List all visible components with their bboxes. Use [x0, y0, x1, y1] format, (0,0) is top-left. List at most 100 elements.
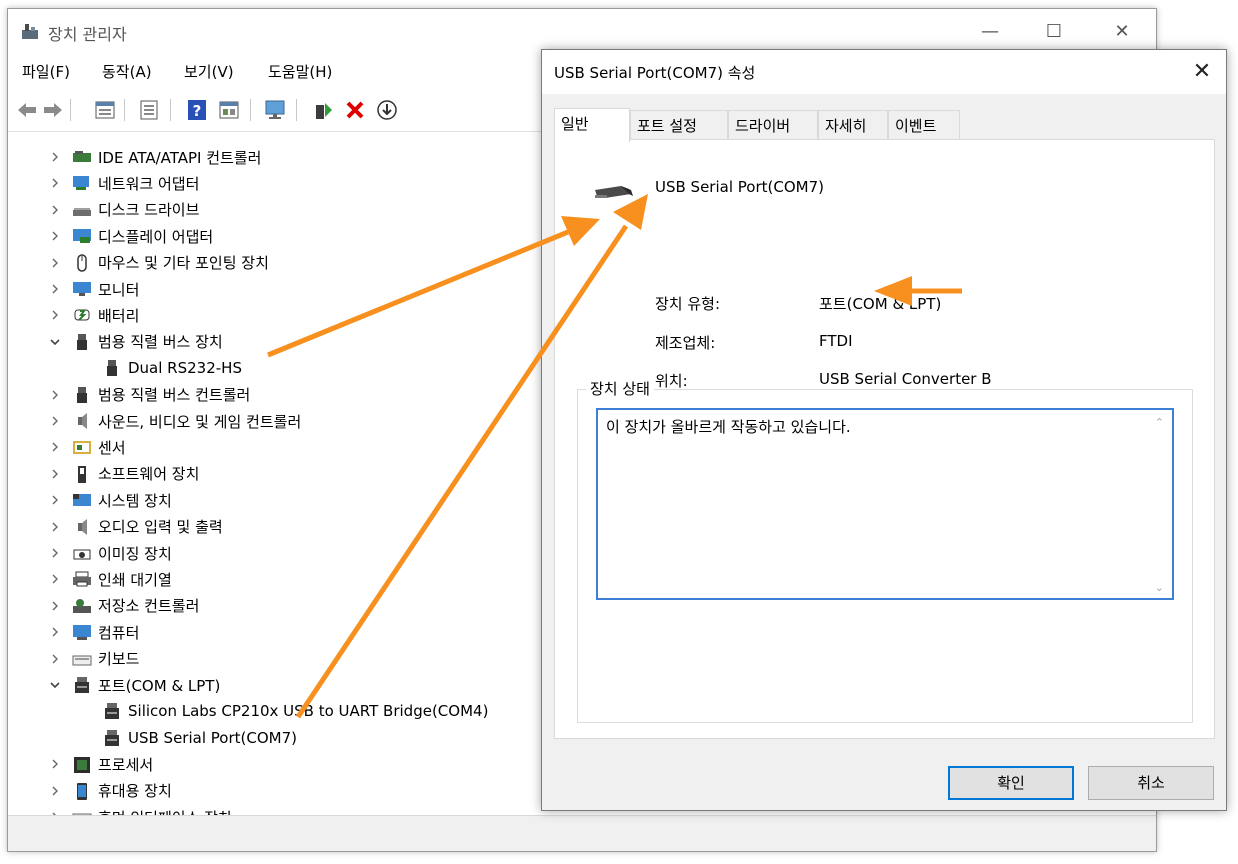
tree-category-item[interactable]: 디스플레이 어댑터: [48, 223, 213, 249]
tree-category-item[interactable]: 키보드: [48, 646, 139, 672]
tab-events[interactable]: 이벤트: [888, 110, 960, 140]
tree-device-item[interactable]: Dual RS232-HS: [102, 355, 242, 381]
chevron-right-icon[interactable]: [48, 203, 62, 217]
tab-details[interactable]: 자세히: [818, 110, 888, 140]
monitor-scan-icon[interactable]: [264, 99, 286, 121]
tree-category-item[interactable]: 저장소 컨트롤러: [48, 593, 199, 619]
toolbar-separator: [124, 99, 125, 121]
download-icon[interactable]: [376, 99, 398, 121]
tree-category-item[interactable]: 범용 직렬 버스 장치: [48, 329, 223, 355]
chevron-right-icon[interactable]: [48, 757, 62, 771]
tree-item-label: 네트워크 어댑터: [98, 174, 200, 193]
update-driver-icon[interactable]: [312, 99, 334, 121]
menu-action[interactable]: 동작(A): [102, 61, 152, 82]
tree-category-item[interactable]: 네트워크 어댑터: [48, 170, 199, 196]
tree-category-item[interactable]: 휴대용 장치: [48, 778, 172, 804]
tree-category-item[interactable]: 사운드, 비디오 및 게임 컨트롤러: [48, 408, 301, 434]
menu-view[interactable]: 보기(V): [184, 61, 234, 82]
tree-category-item[interactable]: 포트(COM & LPT): [48, 672, 220, 698]
tree-category-item[interactable]: 디스크 드라이브: [48, 197, 199, 223]
chevron-right-icon[interactable]: [48, 229, 62, 243]
tree-item-label: 포트(COM & LPT): [98, 676, 221, 695]
maximize-button[interactable]: ☐: [1034, 17, 1074, 47]
chevron-right-icon[interactable]: [48, 414, 62, 428]
chevron-right-icon[interactable]: [48, 493, 62, 507]
tree-item-label: 이미징 장치: [98, 544, 172, 563]
tree-category-item[interactable]: 프로세서: [48, 751, 153, 777]
tree-item-label: 범용 직렬 버스 컨트롤러: [98, 386, 251, 405]
chevron-right-icon[interactable]: [48, 784, 62, 798]
tab-port-settings[interactable]: 포트 설정: [630, 110, 728, 140]
forward-arrow-icon[interactable]: [42, 99, 64, 121]
tree-category-item[interactable]: 컴퓨터: [48, 619, 139, 645]
tree-category-item[interactable]: 센서: [48, 434, 126, 460]
chevron-right-icon[interactable]: [48, 520, 62, 534]
tree-device-item[interactable]: Silicon Labs CP210x USB to UART Bridge(C…: [102, 698, 488, 724]
chevron-right-icon[interactable]: [48, 282, 62, 296]
tree-item-label: 소프트웨어 장치: [98, 465, 200, 484]
toolbar-separator: [296, 99, 297, 121]
menu-file[interactable]: 파일(F): [22, 61, 70, 82]
tree-device-item[interactable]: USB Serial Port(COM7): [102, 725, 297, 751]
properties-icon[interactable]: [94, 99, 116, 121]
tree-item-label: Silicon Labs CP210x USB to UART Bridge(C…: [128, 702, 489, 721]
dialog-close-button[interactable]: ✕: [1184, 56, 1220, 88]
chevron-right-icon[interactable]: [48, 440, 62, 454]
tree-item-label: 시스템 장치: [98, 491, 172, 510]
tree-item-label: 키보드: [98, 650, 140, 669]
tree-item-label: 저장소 컨트롤러: [98, 597, 200, 616]
view-details-icon[interactable]: [218, 99, 240, 121]
chevron-right-icon[interactable]: [48, 546, 62, 560]
device-type-label: 장치 유형:: [655, 295, 721, 313]
computer-icon: [72, 623, 92, 641]
minimize-button[interactable]: —: [970, 17, 1010, 47]
chevron-down-icon[interactable]: [48, 678, 62, 692]
tree-category-item[interactable]: 이미징 장치: [48, 540, 172, 566]
monitor-icon: [72, 280, 92, 298]
chevron-right-icon[interactable]: [48, 652, 62, 666]
close-button[interactable]: ✕: [1102, 17, 1142, 47]
sensor-icon: [72, 438, 92, 456]
dialog-titlebar[interactable]: USB Serial Port(COM7) 속성 ✕: [542, 50, 1226, 94]
storage-controller-icon: [72, 597, 92, 615]
tree-category-item[interactable]: 배터리: [48, 302, 139, 328]
tree-category-item[interactable]: 인쇄 대기열: [48, 566, 172, 592]
chevron-right-icon[interactable]: [48, 467, 62, 481]
general-tab-panel: USB Serial Port(COM7) 장치 유형: 포트(COM & LP…: [554, 139, 1215, 739]
port-icon: [102, 729, 122, 747]
chevron-right-icon[interactable]: [48, 572, 62, 586]
tree-category-item[interactable]: IDE ATA/ATAPI 컨트롤러: [48, 144, 261, 170]
chevron-down-icon[interactable]: [48, 335, 62, 349]
location-value: USB Serial Converter B: [819, 370, 992, 388]
scroll-down-icon[interactable]: ⌄: [1155, 581, 1164, 594]
chevron-right-icon[interactable]: [48, 150, 62, 164]
chevron-right-icon[interactable]: [48, 625, 62, 639]
device-status-textbox[interactable]: 이 장치가 올바르게 작동하고 있습니다. ⌃ ⌄: [596, 408, 1174, 600]
chevron-right-icon[interactable]: [48, 388, 62, 402]
cancel-button[interactable]: 취소: [1088, 766, 1214, 800]
view-icon[interactable]: [138, 99, 160, 121]
uninstall-icon[interactable]: [344, 99, 366, 121]
tab-general[interactable]: 일반: [554, 108, 630, 142]
system-device-icon: [72, 491, 92, 509]
toolbar-separator: [70, 99, 71, 121]
tree-category-item[interactable]: 마우스 및 기타 포인팅 장치: [48, 250, 269, 276]
port-icon: [72, 676, 92, 694]
properties-dialog: USB Serial Port(COM7) 속성 ✕ 일반 포트 설정 드라이버…: [541, 49, 1227, 811]
back-arrow-icon[interactable]: [16, 99, 38, 121]
tree-item-label: 디스플레이 어댑터: [98, 227, 214, 246]
menu-help[interactable]: 도움말(H): [268, 61, 332, 82]
tab-driver[interactable]: 드라이버: [728, 110, 818, 140]
tree-category-item[interactable]: 소프트웨어 장치: [48, 461, 199, 487]
chevron-right-icon[interactable]: [48, 599, 62, 613]
help-icon[interactable]: ?: [186, 99, 208, 121]
tree-category-item[interactable]: 오디오 입력 및 출력: [48, 514, 223, 540]
chevron-right-icon[interactable]: [48, 308, 62, 322]
ok-button[interactable]: 확인: [948, 766, 1074, 800]
tree-category-item[interactable]: 모니터: [48, 276, 139, 302]
tree-category-item[interactable]: 범용 직렬 버스 컨트롤러: [48, 382, 250, 408]
scroll-up-icon[interactable]: ⌃: [1155, 416, 1164, 429]
chevron-right-icon[interactable]: [48, 176, 62, 190]
tree-category-item[interactable]: 시스템 장치: [48, 487, 172, 513]
chevron-right-icon[interactable]: [48, 256, 62, 270]
